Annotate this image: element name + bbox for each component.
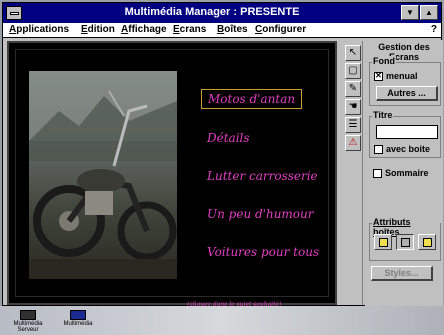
menu-edition[interactable]: Edition <box>81 24 115 35</box>
box-style-button[interactable] <box>418 234 436 250</box>
manual-checkbox[interactable]: ✕ menual <box>374 71 418 81</box>
avec-boite-checkbox[interactable]: avec boite <box>374 144 430 154</box>
box-style-icon <box>378 237 388 247</box>
manual-label: menual <box>386 71 418 81</box>
menu-label: ffichage <box>128 24 167 35</box>
icon-label: Serveur <box>17 327 39 333</box>
screen-menu-item[interactable]: Détails <box>207 131 250 145</box>
list-icon[interactable]: ☰ <box>345 117 361 133</box>
fond-label: Fond <box>372 56 396 66</box>
menu-ecrans[interactable]: Ecrans <box>173 24 206 35</box>
screen-menu-item[interactable]: Lutter carrosserie <box>207 169 318 183</box>
menu-label: onfigurer <box>262 24 307 35</box>
box-style-icon <box>422 237 432 247</box>
screen-menu-item[interactable]: Voitures pour tous <box>207 245 319 259</box>
autres-button[interactable]: Autres ... <box>376 86 438 101</box>
screen-settings-panel: Gestion des Ecrans Fond ✕ menual Autres … <box>365 40 443 307</box>
titre-group: Titre avec boite <box>369 110 441 158</box>
tool-palette: ↖ ▢ ✎ ☚ ☰ ⚠ <box>343 41 363 305</box>
hand-icon[interactable]: ☚ <box>345 99 361 115</box>
box-style-button[interactable] <box>374 234 392 250</box>
box-style-button[interactable] <box>396 234 414 250</box>
fond-group: Fond ✕ menual Autres ... <box>369 56 441 106</box>
desktop-icon-multimedia-serveur[interactable]: Multimédia Serveur <box>4 310 52 333</box>
attributs-group: Attributs boîtes <box>369 217 441 261</box>
app-window: Multimédia Manager : PRESENTE ▼ ▲ Applic… <box>2 2 443 308</box>
checkbox-box <box>373 168 382 178</box>
screen-menu-item[interactable]: Motos d'antan <box>201 89 303 109</box>
frame-icon[interactable]: ▢ <box>345 63 361 79</box>
box-style-icon <box>400 237 410 247</box>
help-menu[interactable]: ? <box>431 24 437 35</box>
menu-applications[interactable]: Applications <box>9 24 69 35</box>
sommaire-checkbox[interactable]: Sommaire <box>373 168 429 178</box>
menu-label: oîtes <box>224 24 248 35</box>
title-bar[interactable]: Multimédia Manager : PRESENTE ▼ ▲ <box>3 3 441 23</box>
checkbox-box: ✕ <box>374 71 383 81</box>
styles-button[interactable]: Styles... <box>371 266 433 281</box>
menu-label: crans <box>179 24 207 35</box>
icon-label: Multimédia <box>63 321 93 327</box>
menu-label: pplications <box>16 24 70 35</box>
menu-affichage[interactable]: Affichage <box>121 24 167 35</box>
menu-label: dition <box>87 24 115 35</box>
screen-menu-item[interactable]: Un peu d'humour <box>207 207 314 221</box>
pointer-icon[interactable]: ↖ <box>345 45 361 61</box>
desktop-background: Multimédia Serveur Multimédia <box>0 306 444 335</box>
menu-configurer[interactable]: Configurer <box>255 24 306 35</box>
program-icon <box>20 310 36 320</box>
motorcycle-illustration <box>29 71 177 279</box>
motorcycle-photo[interactable] <box>29 71 177 279</box>
minimize-button[interactable]: ▼ <box>401 5 419 20</box>
window-title: Multimédia Manager : PRESENTE <box>124 6 300 18</box>
pen-icon[interactable]: ✎ <box>345 81 361 97</box>
desktop-icon-multimedia[interactable]: Multimédia <box>54 310 102 327</box>
menu-boites[interactable]: Boîtes <box>217 24 248 35</box>
system-menu-icon <box>9 11 19 15</box>
sommaire-label: Sommaire <box>385 168 429 178</box>
avec-boite-label: avec boite <box>386 144 431 154</box>
screen-preview[interactable]: Motos d'antan Détails Lutter carrosserie… <box>7 41 337 308</box>
program-icon <box>70 310 86 320</box>
titre-label: Titre <box>372 110 394 120</box>
title-input[interactable] <box>376 125 438 139</box>
maximize-button[interactable]: ▲ <box>420 5 438 20</box>
checkbox-box <box>374 144 383 154</box>
menu-mnemonic: E <box>173 24 180 35</box>
system-menu-button[interactable] <box>6 6 22 20</box>
menu-mnemonic: E <box>81 24 88 35</box>
menu-bar: Applications Edition Affichage Ecrans Bo… <box>3 23 441 38</box>
warning-icon[interactable]: ⚠ <box>345 135 361 151</box>
